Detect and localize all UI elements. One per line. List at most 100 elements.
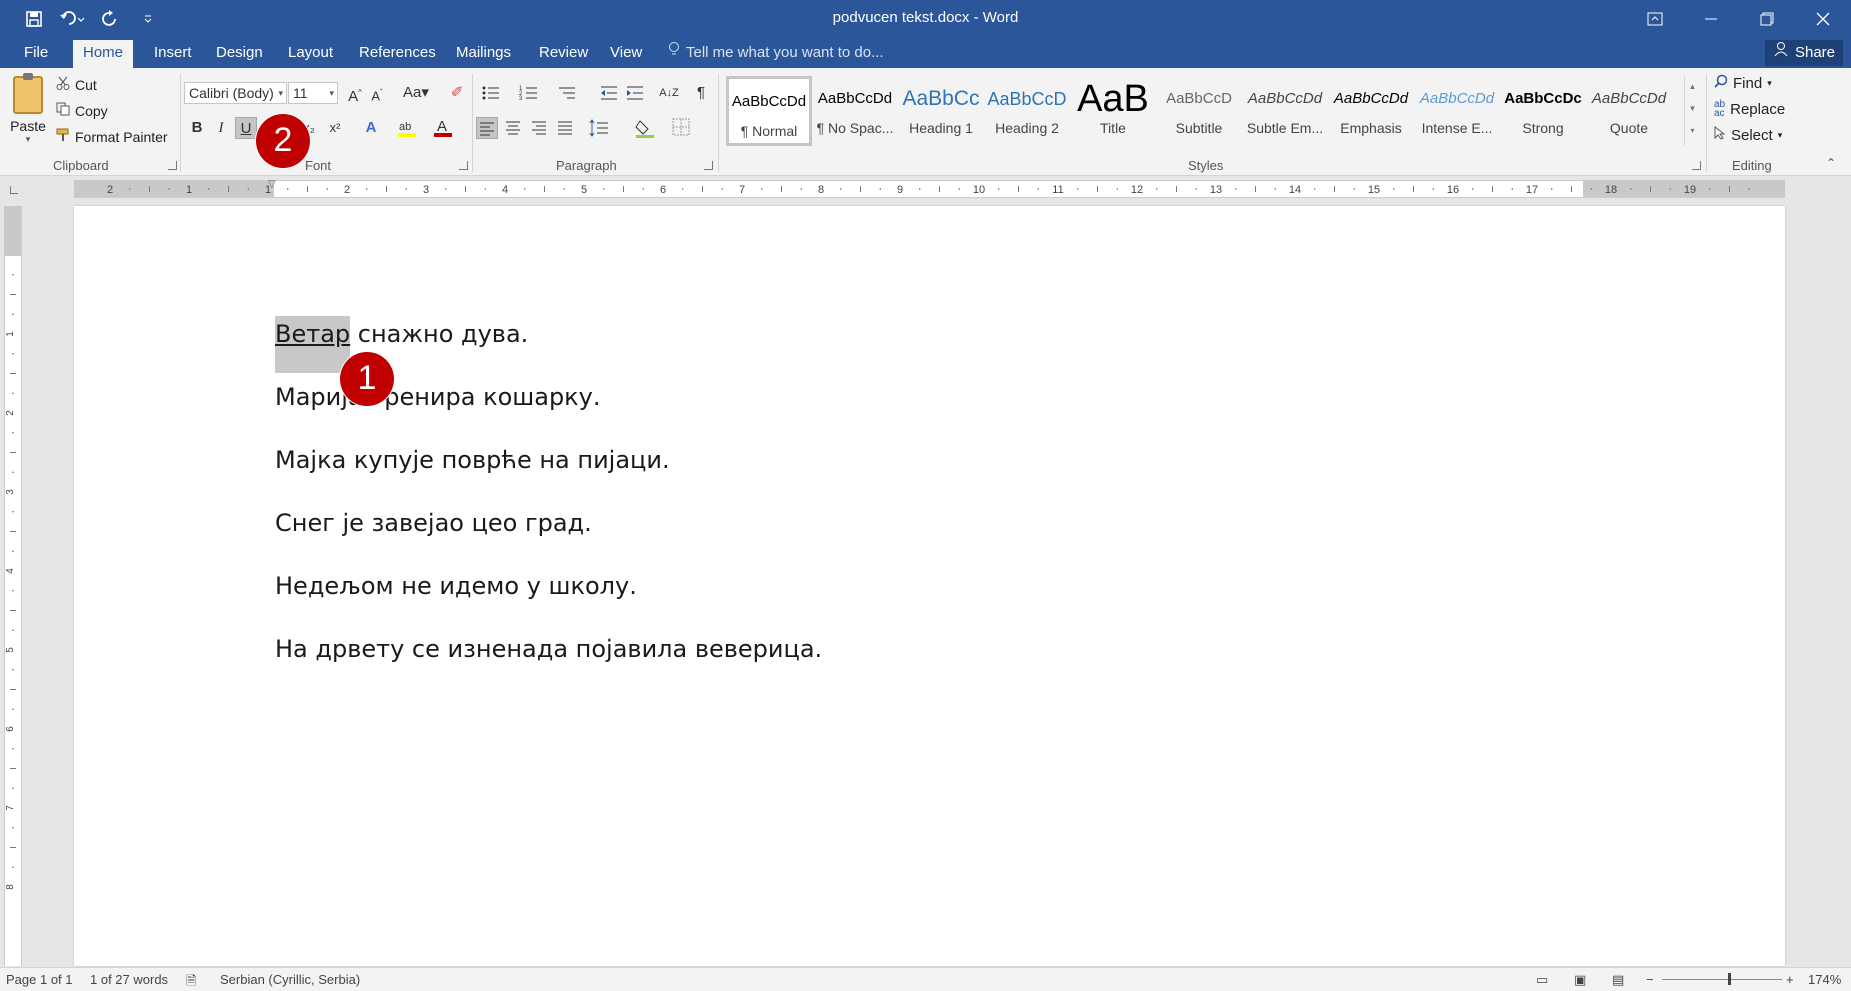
shading-icon[interactable]	[634, 117, 656, 139]
tab-design[interactable]: Design	[206, 38, 273, 68]
shrink-font-icon[interactable]: Aˇ	[366, 82, 388, 104]
style-subtitle[interactable]: AaBbCcD Subtitle	[1156, 76, 1242, 146]
font-launcher-icon[interactable]	[459, 161, 468, 170]
style-heading-1[interactable]: AaBbCc Heading 1	[898, 76, 984, 146]
align-center-icon[interactable]	[502, 117, 524, 139]
close-icon[interactable]	[1795, 0, 1851, 38]
style-heading-2[interactable]: AaBbCcD Heading 2	[984, 76, 1070, 146]
tell-me-box[interactable]: Tell me what you want to do...	[668, 38, 884, 68]
style-intense-emphasis[interactable]: AaBbCcDd Intense E...	[1414, 76, 1500, 146]
select-button[interactable]: Select ▾	[1714, 125, 1782, 144]
more-styles-icon[interactable]: ▾	[1685, 120, 1700, 142]
horizontal-ruler[interactable]: 2 1 1 2 3 4 5 6 7 8 9 10 11 12 13 14 15 16 17 18 19 ▽	[74, 179, 1785, 198]
italic-button[interactable]: I	[210, 117, 232, 139]
paragraph-launcher-icon[interactable]	[704, 161, 713, 170]
show-formatting-marks-icon[interactable]: ¶	[690, 82, 712, 104]
multilevel-list-icon[interactable]	[556, 82, 578, 104]
line-spacing-icon[interactable]	[588, 117, 610, 139]
font-color-icon[interactable]: A	[432, 117, 454, 139]
bullets-icon[interactable]	[480, 82, 502, 104]
tab-home[interactable]: Home	[73, 40, 134, 68]
page-count[interactable]: Page 1 of 1	[6, 972, 73, 987]
vertical-ruler[interactable]: 1 2 3 4 5 6 7 8	[4, 206, 22, 966]
zoom-slider[interactable]	[1662, 979, 1782, 980]
read-mode-icon[interactable]: ▭	[1536, 972, 1548, 988]
indent-marker-icon[interactable]: ▽	[268, 179, 276, 190]
find-button[interactable]: Find ▾	[1714, 74, 1772, 92]
style-quote[interactable]: AaBbCcDd Quote	[1586, 76, 1672, 146]
zoom-in-icon[interactable]: +	[1786, 972, 1794, 987]
proofing-icon[interactable]: 🗎	[186, 972, 196, 991]
borders-icon[interactable]	[670, 117, 692, 139]
font-name-select[interactable]: Calibri (Body) ▾	[184, 82, 287, 104]
doc-paragraph-2[interactable]: Марија тренира кошарку.	[275, 383, 601, 411]
bold-button[interactable]: B	[186, 117, 208, 139]
tab-view[interactable]: View	[600, 38, 652, 68]
paste-button[interactable]: Paste ▾	[8, 73, 48, 145]
style-strong[interactable]: AaBbCcDc Strong	[1500, 76, 1586, 146]
align-left-icon[interactable]	[476, 117, 498, 139]
doc-paragraph-6[interactable]: На дрвету се изненада појавила веверица.	[275, 635, 822, 663]
style-subtle-emphasis[interactable]: AaBbCcDd Subtle Em...	[1242, 76, 1328, 146]
tab-references[interactable]: References	[349, 38, 446, 68]
chevron-up-icon[interactable]: ▲	[1685, 76, 1700, 98]
underline-button[interactable]: U	[235, 117, 257, 139]
clipboard-launcher-icon[interactable]	[168, 161, 177, 170]
style-preview: AaB	[1077, 78, 1149, 120]
grow-font-icon[interactable]: A^	[344, 82, 366, 105]
style-emphasis[interactable]: AaBbCcDd Emphasis	[1328, 76, 1414, 146]
clear-formatting-icon[interactable]: ✐	[446, 82, 468, 104]
zoom-out-icon[interactable]: −	[1646, 972, 1654, 987]
justify-icon[interactable]	[554, 117, 576, 139]
align-right-icon[interactable]	[528, 117, 550, 139]
font-size-select[interactable]: 11 ▾	[288, 82, 338, 104]
lightbulb-icon	[668, 38, 680, 68]
change-case-icon[interactable]: Aa▾	[400, 82, 432, 104]
increase-indent-icon[interactable]	[624, 82, 646, 104]
styles-launcher-icon[interactable]	[1692, 161, 1701, 170]
text-effects-icon[interactable]: A	[360, 117, 382, 139]
decrease-indent-icon[interactable]	[598, 82, 620, 104]
doc-paragraph-5[interactable]: Недељом не идемо у школу.	[275, 572, 637, 600]
ruler-number: 3	[423, 184, 429, 196]
replace-button[interactable]: ab ac Replace	[1714, 100, 1785, 119]
tab-mailings[interactable]: Mailings	[446, 38, 521, 68]
group-divider	[180, 74, 181, 172]
highlight-color-icon[interactable]: ab	[396, 117, 418, 139]
chevron-down-icon[interactable]: ▼	[1685, 98, 1700, 120]
ruler-number: 2	[107, 184, 113, 196]
zoom-level[interactable]: 174%	[1808, 972, 1841, 987]
minimize-icon[interactable]	[1683, 0, 1739, 38]
share-button[interactable]: Share	[1764, 40, 1843, 66]
restore-icon[interactable]	[1739, 0, 1795, 38]
format-painter-button[interactable]: Format Painter	[56, 128, 168, 145]
collapse-ribbon-icon[interactable]: ⌃	[1826, 156, 1836, 170]
tab-layout[interactable]: Layout	[278, 38, 343, 68]
style-normal[interactable]: AaBbCcDd ¶ Normal	[726, 76, 812, 146]
superscript-button[interactable]: x²	[324, 117, 346, 139]
tab-review[interactable]: Review	[529, 38, 598, 68]
tab-selector-icon[interactable]: ∟	[6, 182, 22, 198]
zoom-slider-thumb[interactable]	[1728, 973, 1731, 985]
style-title[interactable]: AaB Title	[1070, 76, 1156, 146]
doc-paragraph-3[interactable]: Мајка купује поврће на пијаци.	[275, 446, 670, 474]
print-layout-icon[interactable]: ▣	[1574, 972, 1586, 988]
numbering-icon[interactable]: 123	[518, 82, 540, 104]
cut-button[interactable]: Cut	[56, 76, 97, 93]
styles-gallery-scroll[interactable]: ▲ ▼ ▾	[1684, 76, 1700, 146]
doc-paragraph-1[interactable]: Ветар снажно дува.	[275, 320, 528, 348]
sort-icon[interactable]: A↓Z	[658, 82, 680, 104]
tab-insert[interactable]: Insert	[144, 38, 202, 68]
copy-button[interactable]: Copy	[56, 102, 108, 119]
ribbon-display-options-icon[interactable]	[1627, 0, 1683, 38]
word-count[interactable]: 1 of 27 words	[90, 972, 168, 987]
document-page[interactable]: Ветар снажно дува. Марија тренира кошарк…	[74, 206, 1785, 966]
web-layout-icon[interactable]: ▤	[1612, 972, 1624, 988]
ruler-number: 2	[344, 184, 350, 196]
title-bar: podvucen tekst.docx - Word	[0, 0, 1851, 38]
doc-paragraph-4[interactable]: Снег је завејао цео град.	[275, 509, 592, 537]
language-indicator[interactable]: Serbian (Cyrillic, Serbia)	[220, 972, 360, 987]
selected-word[interactable]: Ветар	[275, 320, 351, 348]
style-no-spacing[interactable]: AaBbCcDd ¶ No Spac...	[812, 76, 898, 146]
tab-file[interactable]: File	[14, 38, 58, 68]
